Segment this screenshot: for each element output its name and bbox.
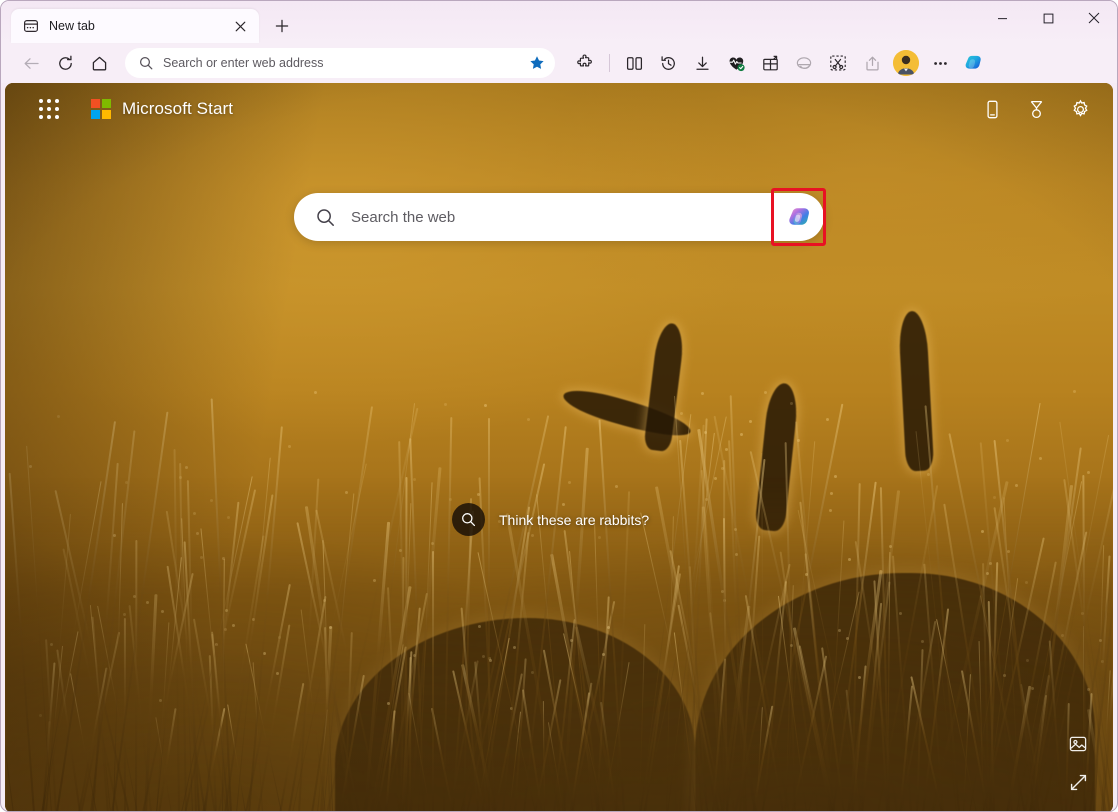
search-area: Search the web: [5, 188, 1113, 246]
start-header-actions: [977, 94, 1095, 124]
web-capture-button[interactable]: [822, 47, 854, 79]
image-info-icon[interactable]: [1065, 731, 1091, 757]
split-screen-button[interactable]: [618, 47, 650, 79]
background-image-controls: [1065, 731, 1091, 795]
settings-and-more-button[interactable]: [924, 47, 956, 79]
collections-button[interactable]: [754, 47, 786, 79]
close-icon[interactable]: [1071, 1, 1117, 35]
search-icon: [316, 208, 335, 227]
new-tab-page-icon: [23, 18, 39, 34]
close-icon[interactable]: [229, 15, 251, 37]
refresh-button[interactable]: [49, 47, 81, 79]
toolbar-divider: [609, 54, 610, 72]
browser-essentials-button[interactable]: [720, 47, 752, 79]
search-input[interactable]: Search the web: [351, 209, 455, 226]
history-button[interactable]: [652, 47, 684, 79]
copilot-button[interactable]: [958, 47, 990, 79]
expand-arrows-icon[interactable]: [1065, 769, 1091, 795]
page-content: Microsoft Start Search the web Think the…: [5, 83, 1113, 811]
page-title: Microsoft Start: [122, 99, 234, 118]
tab-new-tab[interactable]: New tab: [11, 9, 259, 43]
navigation-toolbar: Search or enter web address: [1, 43, 1117, 83]
phone-icon[interactable]: [977, 94, 1007, 124]
title-bar: New tab: [1, 1, 1117, 43]
address-input[interactable]: Search or enter web address: [163, 56, 529, 70]
window-controls: [979, 1, 1117, 35]
back-button[interactable]: [15, 47, 47, 79]
microsoft-logo: [91, 99, 111, 119]
medal-icon[interactable]: [1021, 94, 1051, 124]
tab-title: New tab: [49, 19, 95, 33]
visual-search-hotspot[interactable]: Think these are rabbits?: [452, 503, 649, 536]
visual-search-icon[interactable]: [452, 503, 485, 536]
extensions-button[interactable]: [569, 47, 601, 79]
web-search-box[interactable]: Search the web: [294, 188, 826, 246]
search-copilot-button[interactable]: [782, 199, 818, 235]
share-button[interactable]: [856, 47, 888, 79]
home-button[interactable]: [83, 47, 115, 79]
star-filled-icon[interactable]: [529, 55, 545, 71]
avatar: [893, 50, 919, 76]
hotspot-label: Think these are rabbits?: [499, 511, 650, 528]
profile-button[interactable]: [890, 47, 922, 79]
browser-window: New tab Search or enter web address Micr…: [0, 0, 1118, 812]
address-bar[interactable]: Search or enter web address: [125, 48, 555, 78]
maximize-icon[interactable]: [1025, 1, 1071, 35]
internet-explorer-icon[interactable]: [788, 47, 820, 79]
minimize-icon[interactable]: [979, 1, 1025, 35]
new-tab-button[interactable]: [267, 11, 297, 41]
gear-icon[interactable]: [1065, 94, 1095, 124]
search-icon: [139, 56, 153, 70]
app-launcher-icon[interactable]: [33, 93, 65, 125]
start-page-header: Microsoft Start: [5, 83, 1113, 135]
downloads-button[interactable]: [686, 47, 718, 79]
